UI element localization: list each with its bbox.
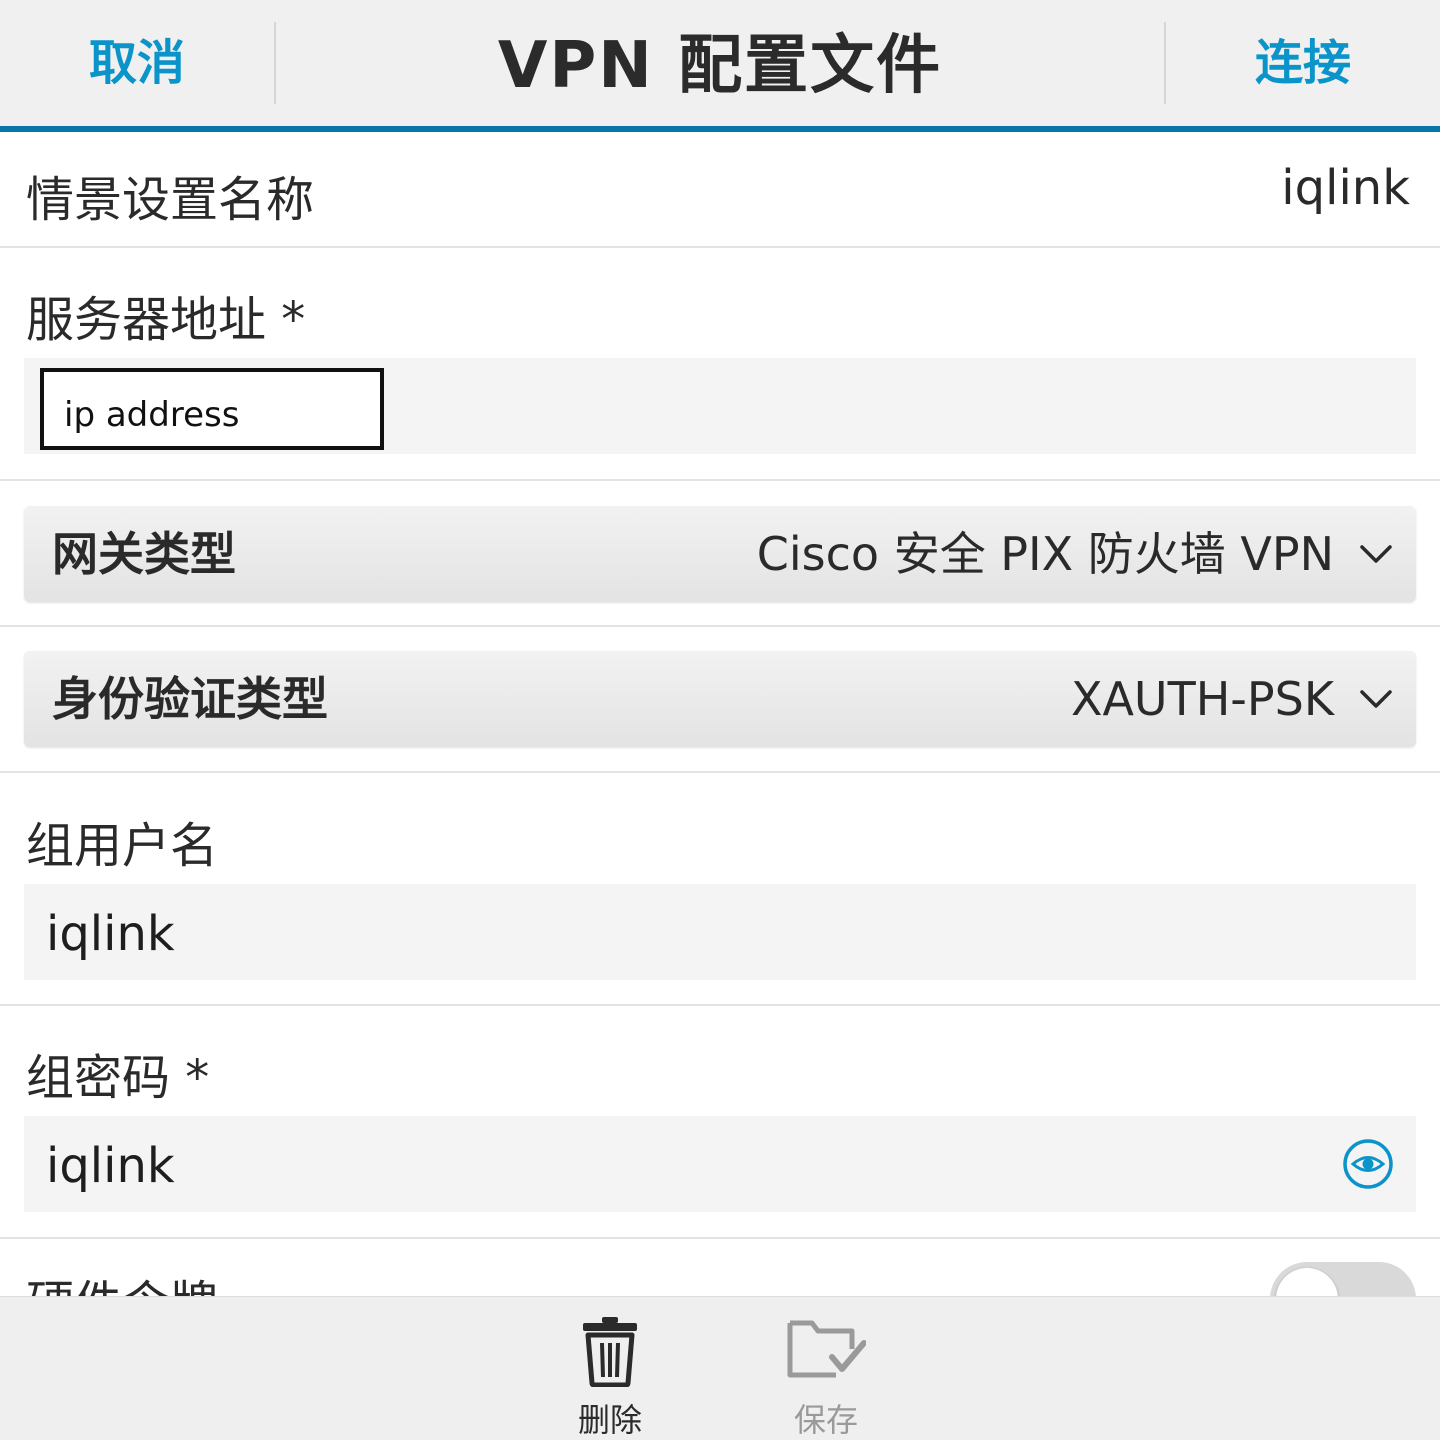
title-bar: 取消 VPN 配置文件 连接 [0,0,1440,132]
page-title: VPN 配置文件 [497,29,943,103]
gateway-type-value: Cisco 安全 PIX 防火墙 VPN [756,527,1334,581]
chevron-down-icon [1360,545,1392,563]
server-address-label: 服务器地址 * [26,292,306,348]
group-password-label: 组密码 * [26,1050,210,1106]
row-divider [0,1004,1440,1006]
row-divider [0,771,1440,773]
group-username-field[interactable]: iqlink [24,884,1416,980]
profile-name-label: 情景设置名称 [26,172,315,228]
trash-icon [583,1317,637,1387]
connect-button[interactable]: 连接 [1166,0,1440,126]
gateway-type-label: 网关类型 [52,527,236,581]
action-bar: 删除 保存 [0,1296,1440,1440]
cancel-button[interactable]: 取消 [0,0,274,126]
row-divider [0,1237,1440,1239]
group-password-value: iqlink [46,1138,175,1194]
vpn-profile-screen: 取消 VPN 配置文件 连接 情景设置名称 iqlink 服务器地址 * ip … [0,0,1440,1440]
row-divider [0,479,1440,481]
group-username-label: 组用户名 [26,818,219,874]
auth-type-label: 身份验证类型 [52,672,328,726]
chevron-down-icon [1360,690,1392,708]
auth-type-dropdown[interactable]: 身份验证类型 XAUTH-PSK [24,651,1416,747]
delete-button[interactable]: 删除 [530,1297,690,1440]
group-username-value: iqlink [46,906,175,962]
row-divider [0,246,1440,248]
eye-icon[interactable] [1342,1138,1394,1190]
row-divider [0,625,1440,627]
folder-check-icon [787,1320,866,1378]
server-address-value: ip address [64,395,240,435]
group-password-field[interactable]: iqlink [24,1116,1416,1212]
save-label: 保存 [793,1401,858,1439]
save-button[interactable]: 保存 [746,1297,906,1440]
server-address-input[interactable]: ip address [40,368,384,450]
server-address-field[interactable]: ip address [24,358,1416,454]
gateway-type-dropdown[interactable]: 网关类型 Cisco 安全 PIX 防火墙 VPN [24,506,1416,602]
auth-type-value: XAUTH-PSK [1070,672,1334,726]
delete-label: 删除 [577,1401,642,1439]
profile-name-value[interactable]: iqlink [1281,160,1410,216]
